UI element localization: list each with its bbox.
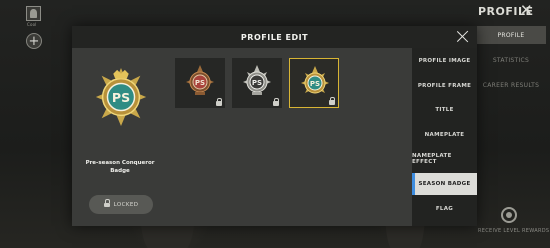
tab-statistics[interactable]: STATISTICS — [476, 51, 546, 69]
lock-icon — [216, 97, 222, 106]
menu-item-profile-frame[interactable]: PROFILE FRAME — [412, 75, 477, 97]
player-caption: Cool — [27, 22, 37, 27]
svg-text:PS: PS — [252, 79, 262, 87]
pre-season-bronze-badge-icon: PS — [186, 65, 214, 95]
svg-text:PS: PS — [195, 79, 205, 87]
menu-item-season-badge[interactable]: SEASON BADGE — [412, 173, 477, 195]
badge-cell-conqueror[interactable]: PS — [289, 58, 339, 108]
profile-edit-menu: PROFILE IMAGE PROFILE FRAME TITLE NAMEPL… — [412, 48, 477, 226]
badge-name: Pre-season Conqueror Badge — [85, 160, 155, 174]
pre-season-silver-badge-icon: PS — [243, 65, 271, 95]
locked-button[interactable]: LOCKED — [89, 195, 153, 214]
svg-text:PS: PS — [310, 80, 320, 88]
level-rewards-icon[interactable] — [501, 207, 517, 223]
badge-preview-panel: PS Pre-season Conqueror Badge LOCKED — [72, 48, 168, 226]
background-tab-list: PROFILE STATISTICS CAREER RESULTS — [476, 26, 546, 101]
badge-cell-silver[interactable]: PS — [232, 58, 282, 108]
locked-button-label: LOCKED — [113, 201, 139, 208]
profile-edit-dialog: PROFILE EDIT PS Pre-season Conqueror Bad… — [72, 26, 477, 226]
dialog-title: PROFILE EDIT — [240, 32, 309, 42]
menu-item-title[interactable]: TITLE — [412, 99, 477, 121]
preview-badge-text: PS — [112, 90, 130, 105]
pre-season-conqueror-badge-icon: PS — [301, 66, 329, 94]
close-icon[interactable] — [455, 29, 470, 44]
add-button[interactable]: + — [26, 33, 42, 49]
tab-profile[interactable]: PROFILE — [476, 26, 546, 44]
menu-item-flag[interactable]: FLAG — [412, 198, 477, 220]
tab-career-results[interactable]: CAREER RESULTS — [476, 76, 546, 94]
menu-item-nameplate[interactable]: NAMEPLATE — [412, 124, 477, 146]
player-avatar[interactable] — [26, 6, 41, 21]
menu-item-nameplate-effect[interactable]: NAMEPLATE EFFECT — [412, 148, 477, 170]
background-close-icon[interactable]: ✕ — [520, 3, 533, 18]
lock-icon — [273, 97, 279, 106]
dialog-header: PROFILE EDIT — [72, 26, 477, 48]
level-rewards-label[interactable]: RECEIVE LEVEL REWARDS — [478, 228, 549, 234]
menu-item-profile-image[interactable]: PROFILE IMAGE — [412, 50, 477, 72]
lock-icon — [103, 199, 110, 208]
pre-season-conqueror-badge-icon: PS — [95, 68, 147, 126]
lock-icon — [329, 96, 335, 105]
badge-cell-bronze[interactable]: PS — [175, 58, 225, 108]
